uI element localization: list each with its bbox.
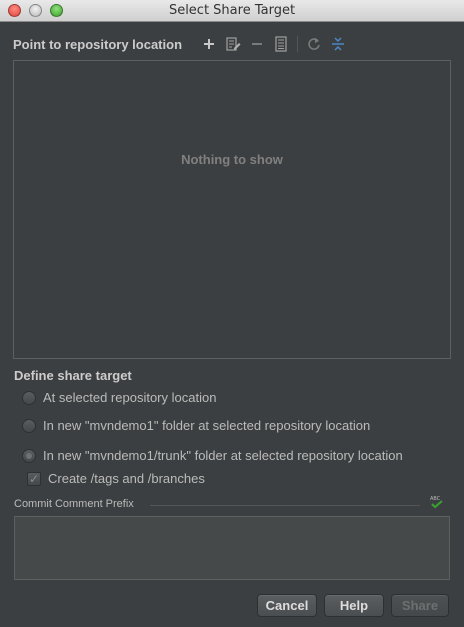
share-button[interactable]: Share — [391, 594, 449, 617]
repository-toolbar — [200, 34, 347, 54]
empty-list-message: Nothing to show — [181, 152, 283, 167]
option-new-trunk-folder[interactable]: In new "mvndemo1/trunk" folder at select… — [22, 448, 403, 463]
add-icon[interactable] — [200, 35, 218, 53]
spellcheck-icon: ABC — [429, 494, 445, 510]
spellcheck-icon-text: ABC — [430, 496, 441, 502]
commit-comment-prefix-label: Commit Comment Prefix — [14, 498, 134, 510]
radio-button-selected[interactable] — [22, 448, 36, 463]
repository-location-header: Point to repository location — [13, 37, 183, 52]
refresh-icon[interactable] — [305, 35, 323, 53]
option-label: In new "mvndemo1/trunk" folder at select… — [43, 448, 403, 463]
option-label: In new "mvndemo1" folder at selected rep… — [43, 418, 371, 433]
option-selected-location[interactable]: At selected repository location — [22, 390, 216, 405]
radio-button[interactable] — [22, 390, 36, 405]
window-controls — [8, 4, 63, 17]
details-icon[interactable] — [272, 35, 290, 53]
minimize-window-button[interactable] — [29, 4, 42, 17]
close-window-button[interactable] — [8, 4, 21, 17]
option-new-folder[interactable]: In new "mvndemo1" folder at selected rep… — [22, 418, 370, 433]
window-title: Select Share Target — [168, 3, 296, 18]
create-tags-checkbox[interactable]: ✓ — [27, 471, 41, 486]
title-bar: Select Share Target — [0, 0, 464, 22]
commit-comment-prefix-input[interactable] — [14, 516, 450, 580]
divider — [150, 505, 420, 506]
help-button[interactable]: Help — [324, 594, 384, 617]
toolbar-separator — [297, 36, 298, 52]
cancel-button[interactable]: Cancel — [257, 594, 317, 617]
option-label: At selected repository location — [43, 390, 217, 405]
collapse-icon[interactable] — [329, 35, 347, 53]
edit-icon[interactable] — [224, 35, 242, 53]
remove-icon[interactable] — [248, 35, 266, 53]
repository-list[interactable]: Nothing to show — [13, 60, 451, 359]
define-share-target-header: Define share target — [14, 368, 132, 383]
create-tags-label: Create /tags and /branches — [48, 471, 205, 486]
create-tags-branches-option[interactable]: ✓ Create /tags and /branches — [27, 471, 205, 486]
radio-button[interactable] — [22, 418, 36, 433]
maximize-window-button[interactable] — [50, 4, 63, 17]
